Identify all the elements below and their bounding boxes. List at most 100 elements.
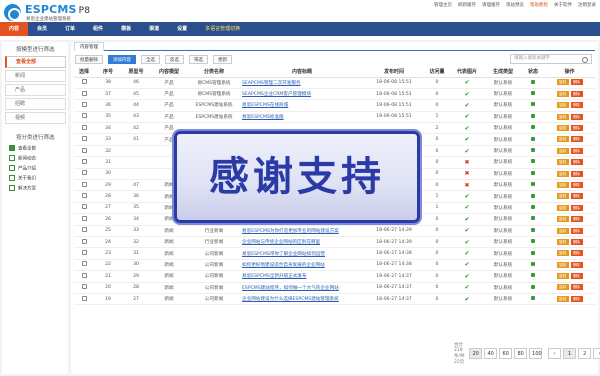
row-checkbox[interactable] bbox=[74, 156, 94, 169]
page-2[interactable]: 2 bbox=[578, 347, 592, 359]
delete-button[interactable]: 删除 bbox=[570, 295, 583, 302]
sidebar-model-news[interactable]: 新闻 bbox=[5, 70, 66, 82]
filter-button[interactable]: 筛选 bbox=[189, 55, 208, 64]
page-size-100[interactable]: 100 bbox=[529, 347, 543, 359]
row-checkbox[interactable] bbox=[74, 202, 94, 215]
lock-icon[interactable] bbox=[531, 296, 535, 301]
tab-content-manage[interactable]: 内容管理 bbox=[74, 42, 104, 51]
row-checkbox[interactable] bbox=[74, 77, 94, 89]
checkbox-icon[interactable] bbox=[81, 204, 87, 210]
checkbox-icon[interactable] bbox=[81, 170, 87, 176]
row-checkbox[interactable] bbox=[74, 247, 94, 260]
menu-members[interactable]: 会员 bbox=[28, 22, 56, 36]
checkbox-icon[interactable] bbox=[81, 215, 87, 221]
page-size-80[interactable]: 80 bbox=[514, 347, 528, 359]
delete-button[interactable]: 删除 bbox=[570, 193, 583, 200]
row-checkbox[interactable] bbox=[74, 213, 94, 226]
top-link-preview[interactable]: 现站预览 bbox=[506, 2, 524, 8]
copy-button[interactable]: 复制 bbox=[556, 136, 569, 143]
menu-channels[interactable]: 渠道 bbox=[140, 22, 168, 36]
lock-icon[interactable] bbox=[531, 91, 535, 96]
copy-button[interactable]: 复制 bbox=[556, 284, 569, 291]
delete-button[interactable]: 删除 bbox=[570, 273, 583, 280]
add-content-button[interactable]: 添加内容 bbox=[108, 55, 136, 64]
row-checkbox[interactable] bbox=[74, 145, 94, 158]
delete-button[interactable]: 删除 bbox=[570, 102, 583, 109]
delete-button[interactable]: 删除 bbox=[570, 238, 583, 245]
copy-button[interactable]: 复制 bbox=[556, 102, 569, 109]
batch-delete-button[interactable]: 批量删除 bbox=[75, 55, 103, 64]
lock-icon[interactable] bbox=[531, 204, 535, 209]
row-checkbox[interactable] bbox=[74, 190, 94, 203]
menu-content[interactable]: 内容 bbox=[0, 22, 29, 36]
lock-icon[interactable] bbox=[531, 148, 535, 153]
checkbox-icon[interactable] bbox=[81, 79, 87, 85]
row-checkbox[interactable] bbox=[74, 282, 94, 294]
lock-icon[interactable] bbox=[531, 250, 535, 255]
copy-button[interactable]: 复制 bbox=[556, 181, 569, 188]
top-link-refresh-cache[interactable]: 刷新缓存 bbox=[458, 2, 476, 8]
delete-button[interactable]: 删除 bbox=[570, 204, 583, 211]
delete-button[interactable]: 删除 bbox=[570, 159, 583, 166]
checkbox-icon[interactable] bbox=[81, 193, 87, 199]
menu-templates[interactable]: 模板 bbox=[112, 22, 140, 36]
copy-button[interactable]: 复制 bbox=[556, 193, 569, 200]
lock-icon[interactable] bbox=[531, 182, 535, 187]
top-link-about[interactable]: 关于软件 bbox=[554, 2, 572, 8]
delete-button[interactable]: 删除 bbox=[570, 261, 583, 268]
copy-button[interactable]: 复制 bbox=[556, 227, 569, 234]
lock-icon[interactable] bbox=[531, 113, 535, 118]
delete-button[interactable]: 删除 bbox=[570, 113, 583, 120]
row-checkbox[interactable] bbox=[74, 133, 94, 146]
sidebar-model-all[interactable]: 查看全部 bbox=[5, 56, 66, 68]
copy-button[interactable]: 复制 bbox=[556, 273, 569, 280]
copy-button[interactable]: 复制 bbox=[556, 250, 569, 257]
lock-icon[interactable] bbox=[531, 284, 535, 289]
delete-button[interactable]: 删除 bbox=[570, 284, 583, 291]
copy-button[interactable]: 复制 bbox=[556, 261, 569, 268]
lock-icon[interactable] bbox=[531, 102, 535, 107]
row-title-link[interactable]: SEAPCMS管理二次开发服务 bbox=[242, 81, 301, 86]
row-checkbox[interactable] bbox=[74, 88, 94, 101]
sidebar-category-news[interactable]: 新闻动态 bbox=[2, 152, 68, 162]
row-checkbox[interactable] bbox=[74, 270, 94, 283]
checkbox-icon[interactable] bbox=[81, 250, 87, 256]
sidebar-category-all[interactable]: 查看全部 bbox=[2, 142, 68, 152]
copy-button[interactable]: 复制 bbox=[556, 147, 569, 154]
copy-button[interactable]: 复制 bbox=[556, 79, 569, 86]
checkbox-icon[interactable] bbox=[81, 136, 87, 142]
copy-button[interactable]: 复制 bbox=[556, 295, 569, 302]
pager-next-icon[interactable]: › bbox=[593, 347, 600, 359]
delete-button[interactable]: 删除 bbox=[570, 79, 583, 86]
row-title-link[interactable]: SEAPCMS企业CRM客户管理模块 bbox=[242, 92, 311, 97]
checkbox-icon[interactable] bbox=[81, 101, 87, 107]
row-title-link[interactable]: 易思ESPCMS在线商城 bbox=[242, 103, 288, 108]
delete-button[interactable]: 删除 bbox=[570, 147, 583, 154]
pager-prev-icon[interactable]: ‹ bbox=[548, 347, 562, 359]
delete-button[interactable]: 删除 bbox=[570, 181, 583, 188]
copy-button[interactable]: 复制 bbox=[556, 204, 569, 211]
row-title-link[interactable]: 企业网站建设为什么选择ESPCMS建站管理系统 bbox=[242, 297, 339, 302]
copy-button[interactable]: 复制 bbox=[556, 90, 569, 97]
checkbox-icon[interactable] bbox=[81, 227, 87, 233]
delete-button[interactable]: 删除 bbox=[570, 170, 583, 177]
page-size-60[interactable]: 60 bbox=[499, 347, 513, 359]
menu-settings[interactable]: 设置 bbox=[168, 22, 196, 36]
lock-icon[interactable] bbox=[531, 79, 535, 84]
sidebar-category-products[interactable]: 产品介绍 bbox=[2, 162, 68, 172]
lock-icon[interactable] bbox=[531, 227, 535, 232]
checkbox-icon[interactable] bbox=[81, 272, 87, 278]
page-size-20[interactable]: 20 bbox=[469, 347, 483, 359]
search-input[interactable]: 请输入搜索关键字 bbox=[510, 54, 592, 64]
page-1[interactable]: 1 bbox=[563, 347, 577, 359]
lock-icon[interactable] bbox=[531, 136, 535, 141]
checkbox-icon[interactable] bbox=[81, 261, 87, 267]
row-checkbox[interactable] bbox=[74, 225, 94, 237]
copy-button[interactable]: 复制 bbox=[556, 125, 569, 131]
sidebar-category-solutions[interactable]: 解决方案 bbox=[2, 182, 68, 192]
row-checkbox[interactable] bbox=[74, 122, 94, 135]
checkbox-icon[interactable] bbox=[81, 295, 87, 301]
row-title-link[interactable]: 易思ESPCMS带你了解企业网站如何运营 bbox=[242, 252, 325, 257]
delete-button[interactable]: 删除 bbox=[570, 136, 583, 143]
lock-icon[interactable] bbox=[531, 216, 535, 221]
